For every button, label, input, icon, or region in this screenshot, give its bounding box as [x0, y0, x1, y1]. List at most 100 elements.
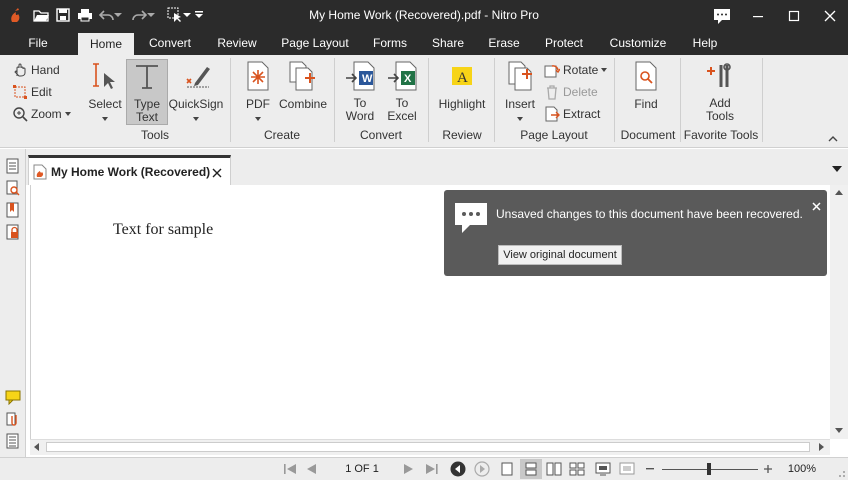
select-label: Select: [88, 97, 122, 111]
find-label: Find: [634, 97, 658, 111]
to-excel-button[interactable]: X To Excel: [382, 61, 422, 125]
collapse-ribbon-icon[interactable]: [828, 135, 838, 143]
reading-mode-icon[interactable]: [618, 461, 636, 477]
rotate-button[interactable]: Rotate: [544, 61, 608, 79]
zoom-label: Zoom: [31, 107, 62, 121]
tab-protect[interactable]: Protect: [536, 31, 592, 55]
menu-file[interactable]: File: [16, 31, 60, 55]
scroll-right-icon[interactable]: [819, 443, 825, 451]
last-page-icon[interactable]: [424, 461, 440, 477]
vertical-scrollbar[interactable]: [830, 185, 848, 439]
close-tab-icon[interactable]: [212, 168, 222, 178]
page-indicator[interactable]: 1 OF 1: [334, 461, 390, 477]
document-tab[interactable]: My Home Work (Recovered): [28, 155, 231, 185]
previous-view-icon[interactable]: [449, 461, 467, 477]
first-page-icon[interactable]: [282, 461, 298, 477]
add-tools-button[interactable]: Add Tools: [696, 61, 744, 125]
insert-label: Insert: [504, 97, 535, 111]
tools-group-label: Tools: [140, 128, 169, 142]
word-icon: W: [346, 61, 375, 91]
horizontal-scrollbar[interactable]: [30, 439, 830, 455]
scroll-down-icon[interactable]: [835, 428, 843, 434]
tab-erase[interactable]: Erase: [482, 31, 526, 55]
hand-tool-button[interactable]: Hand: [12, 61, 60, 79]
tab-review[interactable]: Review: [208, 31, 266, 55]
insert-button[interactable]: Insert: [500, 61, 540, 123]
output-panel-icon[interactable]: [5, 433, 21, 449]
delete-button[interactable]: Delete: [544, 83, 598, 101]
continuous-view-icon[interactable]: [520, 459, 542, 479]
type-text-button[interactable]: Type Text: [126, 59, 168, 125]
status-bar: 1 OF 1 100%: [0, 457, 848, 480]
comments-panel-icon[interactable]: [5, 389, 21, 405]
document-body-text[interactable]: Text for sample: [113, 221, 213, 239]
zoom-level[interactable]: 100%: [784, 461, 820, 477]
find-icon: [635, 61, 657, 91]
to-word-button[interactable]: W To Word: [340, 61, 380, 125]
type-text-icon: [136, 65, 158, 89]
quicksign-pen-icon: [186, 67, 210, 88]
attachments-panel-icon[interactable]: [5, 411, 21, 427]
find-button[interactable]: Find: [622, 61, 670, 123]
horizontal-scroll-thumb[interactable]: [46, 442, 810, 452]
tab-page-layout[interactable]: Page Layout: [276, 31, 354, 55]
tab-help[interactable]: Help: [684, 31, 726, 55]
svg-text:W: W: [362, 73, 373, 85]
fullscreen-view-icon[interactable]: [594, 461, 612, 477]
to-word-label-2: Word: [345, 109, 375, 123]
zoom-in-icon[interactable]: [762, 461, 774, 477]
combine-button[interactable]: Combine: [278, 61, 328, 123]
scroll-left-icon[interactable]: [33, 443, 39, 451]
document-group-label: Document: [620, 128, 676, 142]
page-layout-group-label: Page Layout: [520, 128, 588, 142]
svg-text:X: X: [404, 73, 412, 85]
pdf-dropdown-icon: [255, 117, 261, 121]
select-button[interactable]: Select: [84, 61, 126, 123]
tab-list-dropdown-icon[interactable]: [832, 166, 842, 172]
single-page-view-icon[interactable]: [498, 461, 516, 477]
comment-help-icon[interactable]: [704, 0, 740, 31]
tab-home[interactable]: Home: [78, 33, 134, 55]
minimize-icon[interactable]: [740, 0, 776, 31]
zoom-slider-thumb[interactable]: [707, 463, 711, 475]
view-original-document-button[interactable]: View original document: [498, 245, 622, 265]
notification-message: Unsaved changes to this document have be…: [496, 207, 803, 221]
combine-icon: [289, 61, 315, 91]
zoom-out-icon[interactable]: [644, 461, 656, 477]
maximize-icon[interactable]: [776, 0, 812, 31]
zoom-dropdown-icon: [64, 112, 71, 116]
facing-view-icon[interactable]: [545, 461, 563, 477]
bookmarks-panel-icon[interactable]: [5, 202, 21, 218]
security-panel-icon[interactable]: [5, 224, 21, 240]
close-window-icon[interactable]: [812, 0, 848, 31]
next-page-icon[interactable]: [402, 461, 416, 477]
search-panel-icon[interactable]: [5, 180, 21, 196]
left-sidebar: [0, 149, 26, 458]
ribbon: Hand Edit Zoom Select Type Text QuickSig…: [0, 55, 848, 148]
extract-icon: [545, 106, 560, 122]
pdf-file-icon: [33, 164, 47, 180]
extract-button[interactable]: Extract: [544, 105, 600, 123]
hand-label: Hand: [31, 63, 60, 77]
tab-share[interactable]: Share: [424, 31, 472, 55]
tab-convert[interactable]: Convert: [140, 31, 200, 55]
pdf-label: PDF: [246, 97, 270, 111]
zoom-tool-button[interactable]: Zoom: [12, 105, 71, 123]
convert-group-label: Convert: [359, 128, 403, 142]
pdf-button[interactable]: PDF: [238, 61, 278, 123]
tab-forms[interactable]: Forms: [364, 31, 416, 55]
pages-panel-icon[interactable]: [5, 158, 21, 174]
rotate-icon: [544, 65, 560, 78]
continuous-facing-view-icon[interactable]: [568, 461, 586, 477]
excel-icon: X: [388, 61, 417, 91]
tab-customize[interactable]: Customize: [604, 31, 672, 55]
close-notification-icon[interactable]: [812, 202, 821, 211]
quicksign-button[interactable]: QuickSign: [168, 61, 224, 123]
next-view-icon[interactable]: [473, 461, 491, 477]
highlight-button[interactable]: A Highlight: [434, 61, 490, 123]
document-tab-strip: My Home Work (Recovered): [26, 149, 848, 185]
edit-tool-button[interactable]: Edit: [12, 83, 52, 101]
resize-grip-icon[interactable]: [836, 468, 846, 478]
scroll-up-icon[interactable]: [835, 189, 843, 195]
previous-page-icon[interactable]: [304, 461, 318, 477]
